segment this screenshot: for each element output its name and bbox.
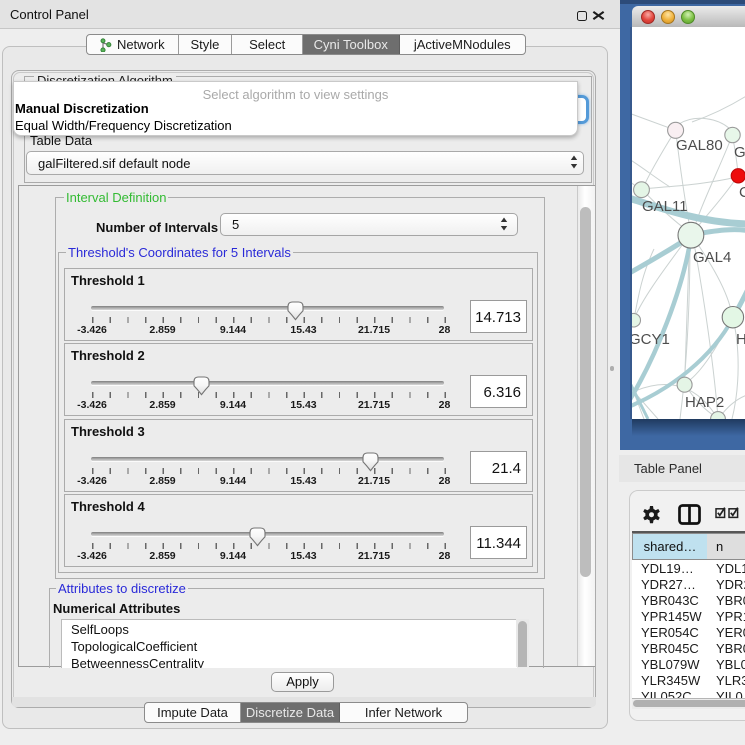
svg-text:GCY1: GCY1 [632, 331, 670, 348]
svg-text:GAL80: GAL80 [676, 137, 723, 154]
svg-text:C: C [739, 184, 745, 201]
svg-text:GAL11: GAL11 [642, 198, 688, 215]
svg-text:GAL4: GAL4 [693, 249, 731, 266]
svg-text:HAP2: HAP2 [685, 394, 724, 411]
svg-text:H: H [736, 331, 745, 348]
svg-text:GAL: GAL [734, 144, 745, 161]
